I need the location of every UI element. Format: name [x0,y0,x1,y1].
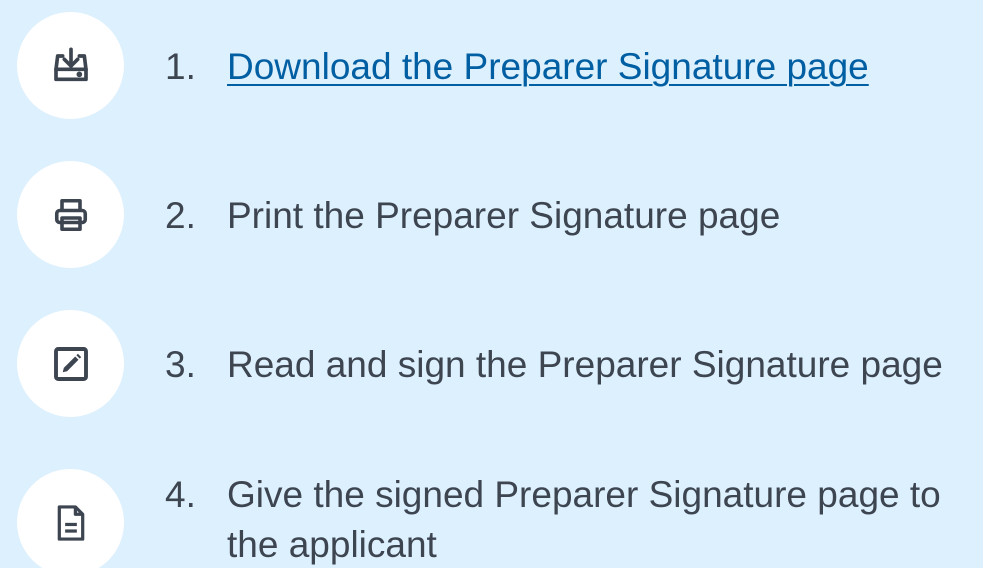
step-4: 4. Give the signed Preparer Signature pag… [17,459,983,568]
printer-icon [17,161,124,268]
step-3-text: 3. Read and sign the Preparer Signature p… [165,342,943,388]
step-3-number: 3. [165,344,196,385]
download-preparer-signature-link[interactable]: Download the Preparer Signature page [227,46,869,87]
step-1-text: 1. Download the Preparer Signature page [165,44,869,90]
step-1: 1. Download the Preparer Signature page [17,12,983,119]
steps-panel: 1. Download the Preparer Signature page 2… [0,0,983,568]
step-4-label-line2: the applicant [227,524,437,565]
edit-icon [17,310,124,417]
step-1-number: 1. [165,46,196,87]
step-2-text: 2. Print the Preparer Signature page [165,193,780,239]
step-2-number: 2. [165,195,196,236]
step-2-label: Print the Preparer Signature page [227,195,781,236]
step-4-number: 4. [165,474,196,515]
step-4-label-line1: Give the signed Preparer Signature page … [227,474,941,515]
file-icon [17,469,124,568]
step-2: 2. Print the Preparer Signature page [17,161,983,268]
download-icon [17,12,124,119]
step-4-text: 4. Give the signed Preparer Signature pag… [165,467,941,568]
step-3-label: Read and sign the Preparer Signature pag… [227,344,943,385]
step-3: 3. Read and sign the Preparer Signature p… [17,310,983,417]
